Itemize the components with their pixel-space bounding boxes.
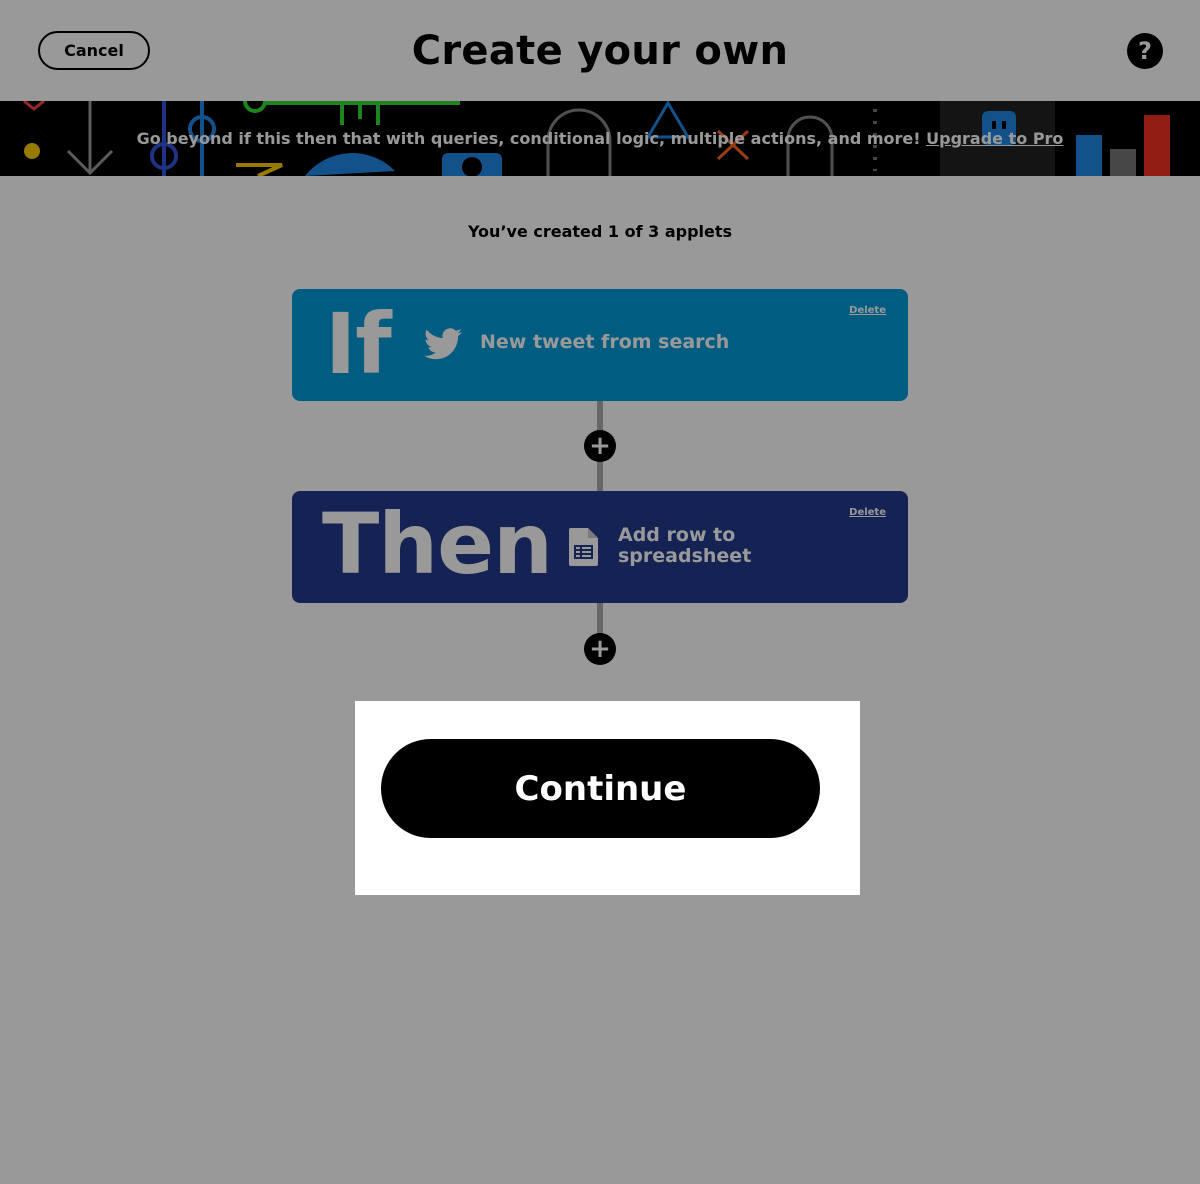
- banner-text: Go beyond if this then that with queries…: [136, 129, 927, 148]
- header: Cancel Create your own ?: [0, 0, 1200, 101]
- trigger-label: New tweet from search: [480, 331, 730, 353]
- action-label-line1: Add row to: [618, 524, 736, 546]
- if-keyword: If: [325, 295, 392, 393]
- then-action-card[interactable]: Then Add row to spreadsheet Delete: [292, 491, 908, 603]
- then-keyword: Then: [322, 495, 553, 593]
- action-label: Add row to spreadsheet: [618, 525, 751, 567]
- banner-message: Go beyond if this then that with queries…: [0, 129, 1200, 148]
- add-step-button[interactable]: +: [584, 633, 616, 665]
- continue-button[interactable]: Continue: [381, 739, 820, 838]
- add-step-button[interactable]: +: [584, 430, 616, 462]
- delete-action-link[interactable]: Delete: [849, 507, 886, 518]
- upgrade-link[interactable]: Upgrade to Pro: [926, 129, 1063, 148]
- spreadsheet-icon: [569, 528, 598, 566]
- action-label-line2: spreadsheet: [618, 545, 752, 567]
- upgrade-banner: Go beyond if this then that with queries…: [0, 101, 1200, 176]
- delete-trigger-link[interactable]: Delete: [849, 305, 886, 316]
- if-trigger-card[interactable]: If New tweet from search Delete: [292, 289, 908, 401]
- help-icon[interactable]: ?: [1127, 33, 1163, 69]
- twitter-bird-icon: [424, 328, 462, 360]
- page-title: Create your own: [411, 28, 789, 74]
- applet-count: You’ve created 1 of 3 applets: [467, 222, 733, 241]
- continue-highlight: Continue: [355, 701, 860, 895]
